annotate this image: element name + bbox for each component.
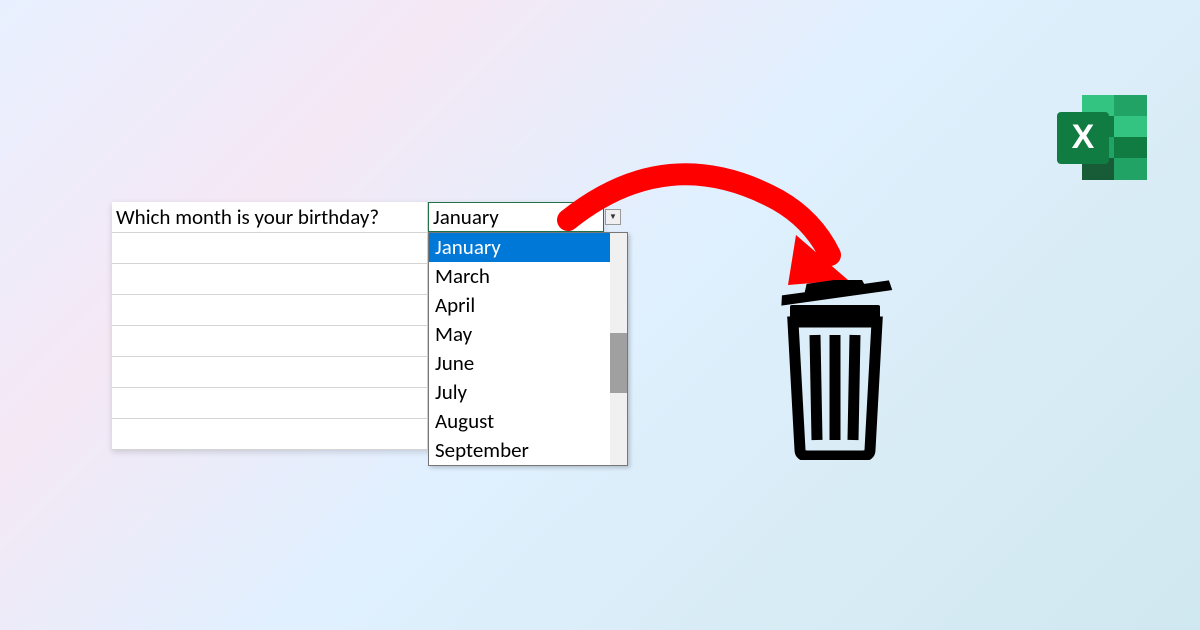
cell[interactable] (112, 295, 428, 325)
dropdown-scrollbar[interactable] (610, 233, 627, 465)
dropdown-option[interactable]: August (429, 407, 627, 436)
excel-app-icon: X (1052, 90, 1152, 185)
dropdown-option[interactable]: April (429, 291, 627, 320)
dropdown-option[interactable]: January (429, 233, 627, 262)
dropdown-option[interactable]: March (429, 262, 627, 291)
scroll-thumb[interactable] (610, 333, 627, 393)
svg-text:X: X (1072, 118, 1095, 156)
cell[interactable] (112, 326, 428, 356)
cell[interactable] (112, 388, 428, 418)
dropdown-option[interactable]: June (429, 349, 627, 378)
header-row: Which month is your birthday? January ▼ (112, 202, 604, 233)
cell[interactable] (112, 419, 428, 449)
question-cell[interactable]: Which month is your birthday? (112, 202, 428, 232)
dropdown-list: January March April May June July August… (428, 232, 628, 466)
cell[interactable] (112, 357, 428, 387)
dropdown-option[interactable]: May (429, 320, 627, 349)
cell[interactable] (112, 264, 428, 294)
dropdown-option[interactable]: September (429, 436, 627, 465)
trash-icon (760, 280, 910, 460)
cell[interactable] (112, 233, 428, 263)
dropdown-option[interactable]: July (429, 378, 627, 407)
selected-value: January (433, 204, 499, 230)
